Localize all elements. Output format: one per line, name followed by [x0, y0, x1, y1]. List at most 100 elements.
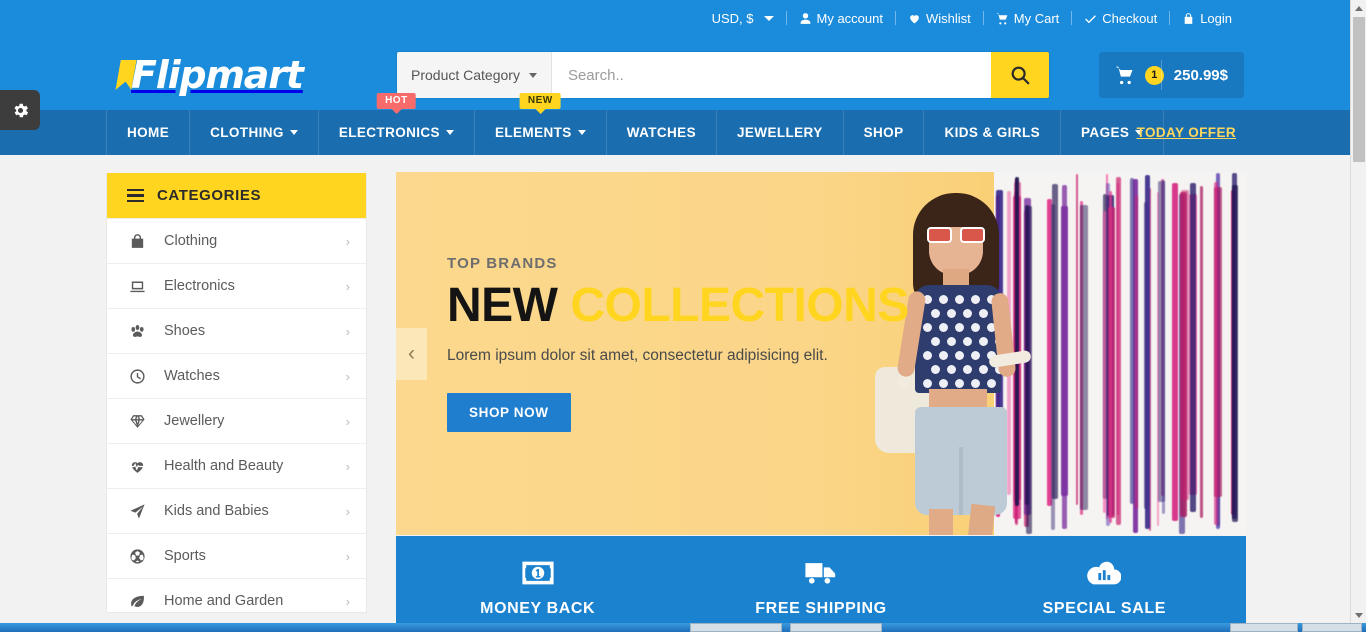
nav-item-home[interactable]: HOME — [106, 110, 191, 155]
topbar-link-my-cart[interactable]: My Cart — [984, 12, 1072, 25]
currency-label: USD, $ — [711, 10, 754, 26]
sidebar-item-label: Electronics — [164, 278, 235, 294]
sidebar-item-watches[interactable]: Watches › — [107, 353, 366, 398]
search-input[interactable] — [551, 52, 991, 98]
gear-icon — [13, 103, 28, 117]
sidebar-item-kids-and-babies[interactable]: Kids and Babies › — [107, 488, 366, 533]
nav-item-electronics[interactable]: HOT ELECTRONICS — [319, 93, 475, 155]
nav-badge-new: NEW — [519, 93, 561, 109]
sidebar-item-jewellery[interactable]: Jewellery › — [107, 398, 366, 443]
feature-money-back[interactable]: MONEY BACK — [396, 536, 679, 625]
nav-item-kids-and-girls[interactable]: KIDS & GIRLS — [924, 110, 1062, 155]
nav-badge-hot: HOT — [377, 93, 416, 109]
chevron-down-icon — [528, 72, 537, 78]
hero-title-dark: NEW — [447, 279, 558, 332]
nav-item-watches[interactable]: WATCHES — [607, 110, 717, 155]
heartbeat-icon — [129, 458, 153, 475]
sidebar-item-health-and-beauty[interactable]: Health and Beauty › — [107, 443, 366, 488]
sidebar-item-label: Shoes — [164, 323, 206, 339]
today-offer-label: TODAY OFFER — [1136, 125, 1236, 140]
categories-header[interactable]: CATEGORIES — [107, 173, 366, 218]
product-category-label: Product Category — [411, 67, 520, 83]
search-button[interactable] — [991, 52, 1049, 98]
logo-text: Flipmart — [131, 53, 304, 97]
carousel-prev-button[interactable]: ‹ — [396, 328, 427, 380]
chevron-down-icon — [577, 130, 586, 135]
sidebar-item-shoes[interactable]: Shoes › — [107, 308, 366, 353]
feature-special-sale[interactable]: SPECIAL SALE — [963, 536, 1246, 625]
today-offer-link[interactable]: TODAY OFFER — [1129, 110, 1244, 155]
taskbar-window-button[interactable] — [690, 623, 782, 632]
feature-label: MONEY BACK — [480, 600, 596, 617]
utility-topbar: USD, $ My account Wishlist My Cart Check… — [0, 0, 1350, 36]
browser-viewport: USD, $ My account Wishlist My Cart Check… — [0, 0, 1366, 632]
hero-kicker: TOP BRANDS — [447, 255, 558, 272]
chevron-down-icon — [289, 130, 298, 135]
hero-copy: TOP BRANDS NEW COLLECTIONS Lorem ipsum d… — [447, 255, 909, 432]
settings-panel-toggle[interactable] — [0, 90, 40, 130]
chevron-right-icon: › — [345, 233, 350, 249]
clock-icon — [129, 368, 153, 385]
nav-item-label: HOME — [127, 125, 170, 140]
nav-item-label: ELECTRONICS — [338, 125, 440, 140]
sidebar-item-label: Jewellery — [164, 413, 225, 429]
paper-plane-icon — [129, 503, 153, 520]
feature-free-shipping[interactable]: FREE SHIPPING — [679, 536, 962, 625]
site-logo[interactable]: Flipmart — [118, 52, 304, 98]
chevron-right-icon: › — [345, 323, 350, 339]
nav-item-label: PAGES — [1081, 125, 1130, 140]
nav-item-label: WATCHES — [626, 125, 696, 140]
chevron-right-icon: › — [345, 593, 350, 609]
page-content: CATEGORIES Clothing › Electronics › Shoe… — [0, 155, 1350, 625]
truck-icon — [805, 563, 836, 584]
topbar-link-checkout[interactable]: Checkout — [1072, 12, 1169, 25]
chevron-right-icon: › — [345, 368, 350, 384]
scrollbar-thumb[interactable] — [1353, 17, 1365, 162]
feature-label: FREE SHIPPING — [755, 600, 887, 617]
sidebar-item-label: Home and Garden — [164, 593, 284, 609]
bag-icon — [129, 233, 153, 250]
topbar-link-label: My account — [816, 10, 883, 26]
os-taskbar — [0, 623, 1366, 632]
cart-icon — [996, 12, 1008, 24]
sidebar-item-electronics[interactable]: Electronics › — [107, 263, 366, 308]
taskbar-window-button[interactable] — [1302, 623, 1362, 632]
cart-icon — [1115, 66, 1133, 85]
vertical-scrollbar[interactable] — [1350, 0, 1366, 623]
scroll-up-button[interactable] — [1351, 0, 1366, 16]
scroll-down-button[interactable] — [1351, 607, 1366, 623]
cart-total-amount: 250.99$ — [1173, 66, 1228, 84]
nav-items: HOME CLOTHING HOT ELECTRONICS NEW ELEMEN… — [106, 93, 1165, 155]
topbar-link-login[interactable]: Login — [1170, 12, 1244, 25]
sidebar-item-label: Health and Beauty — [164, 458, 284, 474]
hero-subtitle: Lorem ipsum dolor sit amet, consectetur … — [447, 347, 828, 364]
chevron-right-icon: › — [345, 278, 350, 294]
topbar-link-wishlist[interactable]: Wishlist — [896, 12, 983, 25]
shop-now-button[interactable]: SHOP NOW — [447, 393, 571, 432]
currency-selector[interactable]: USD, $ — [700, 12, 786, 25]
nav-item-elements[interactable]: NEW ELEMENTS — [475, 93, 607, 155]
nav-item-label: ELEMENTS — [494, 125, 572, 140]
nav-item-label: CLOTHING — [210, 125, 284, 140]
check-icon — [1085, 14, 1097, 23]
categories-sidebar: CATEGORIES Clothing › Electronics › Shoe… — [106, 173, 367, 613]
topbar-link-label: Checkout — [1102, 10, 1158, 26]
topbar-link-my-account[interactable]: My account — [787, 12, 895, 25]
nav-item-clothing[interactable]: CLOTHING — [190, 110, 319, 155]
bar-chart-icon — [1087, 561, 1122, 585]
taskbar-window-button[interactable] — [1230, 623, 1298, 632]
search-bar: Product Category — [397, 52, 1049, 98]
product-category-select[interactable]: Product Category — [397, 52, 552, 98]
nav-item-jewellery[interactable]: JEWELLERY — [717, 110, 844, 155]
sidebar-item-label: Clothing — [164, 233, 218, 249]
nav-item-shop[interactable]: SHOP — [844, 110, 925, 155]
sidebar-item-sports[interactable]: Sports › — [107, 533, 366, 578]
user-icon — [800, 12, 810, 24]
sidebar-item-label: Sports — [164, 548, 206, 564]
sidebar-item-home-and-garden[interactable]: Home and Garden › — [107, 578, 366, 612]
hamburger-icon — [127, 188, 144, 203]
taskbar-window-button[interactable] — [790, 623, 882, 632]
sidebar-item-clothing[interactable]: Clothing › — [107, 218, 366, 263]
sidebar-item-label: Watches — [164, 368, 220, 384]
cart-summary-button[interactable]: 1 250.99$ — [1098, 52, 1244, 98]
